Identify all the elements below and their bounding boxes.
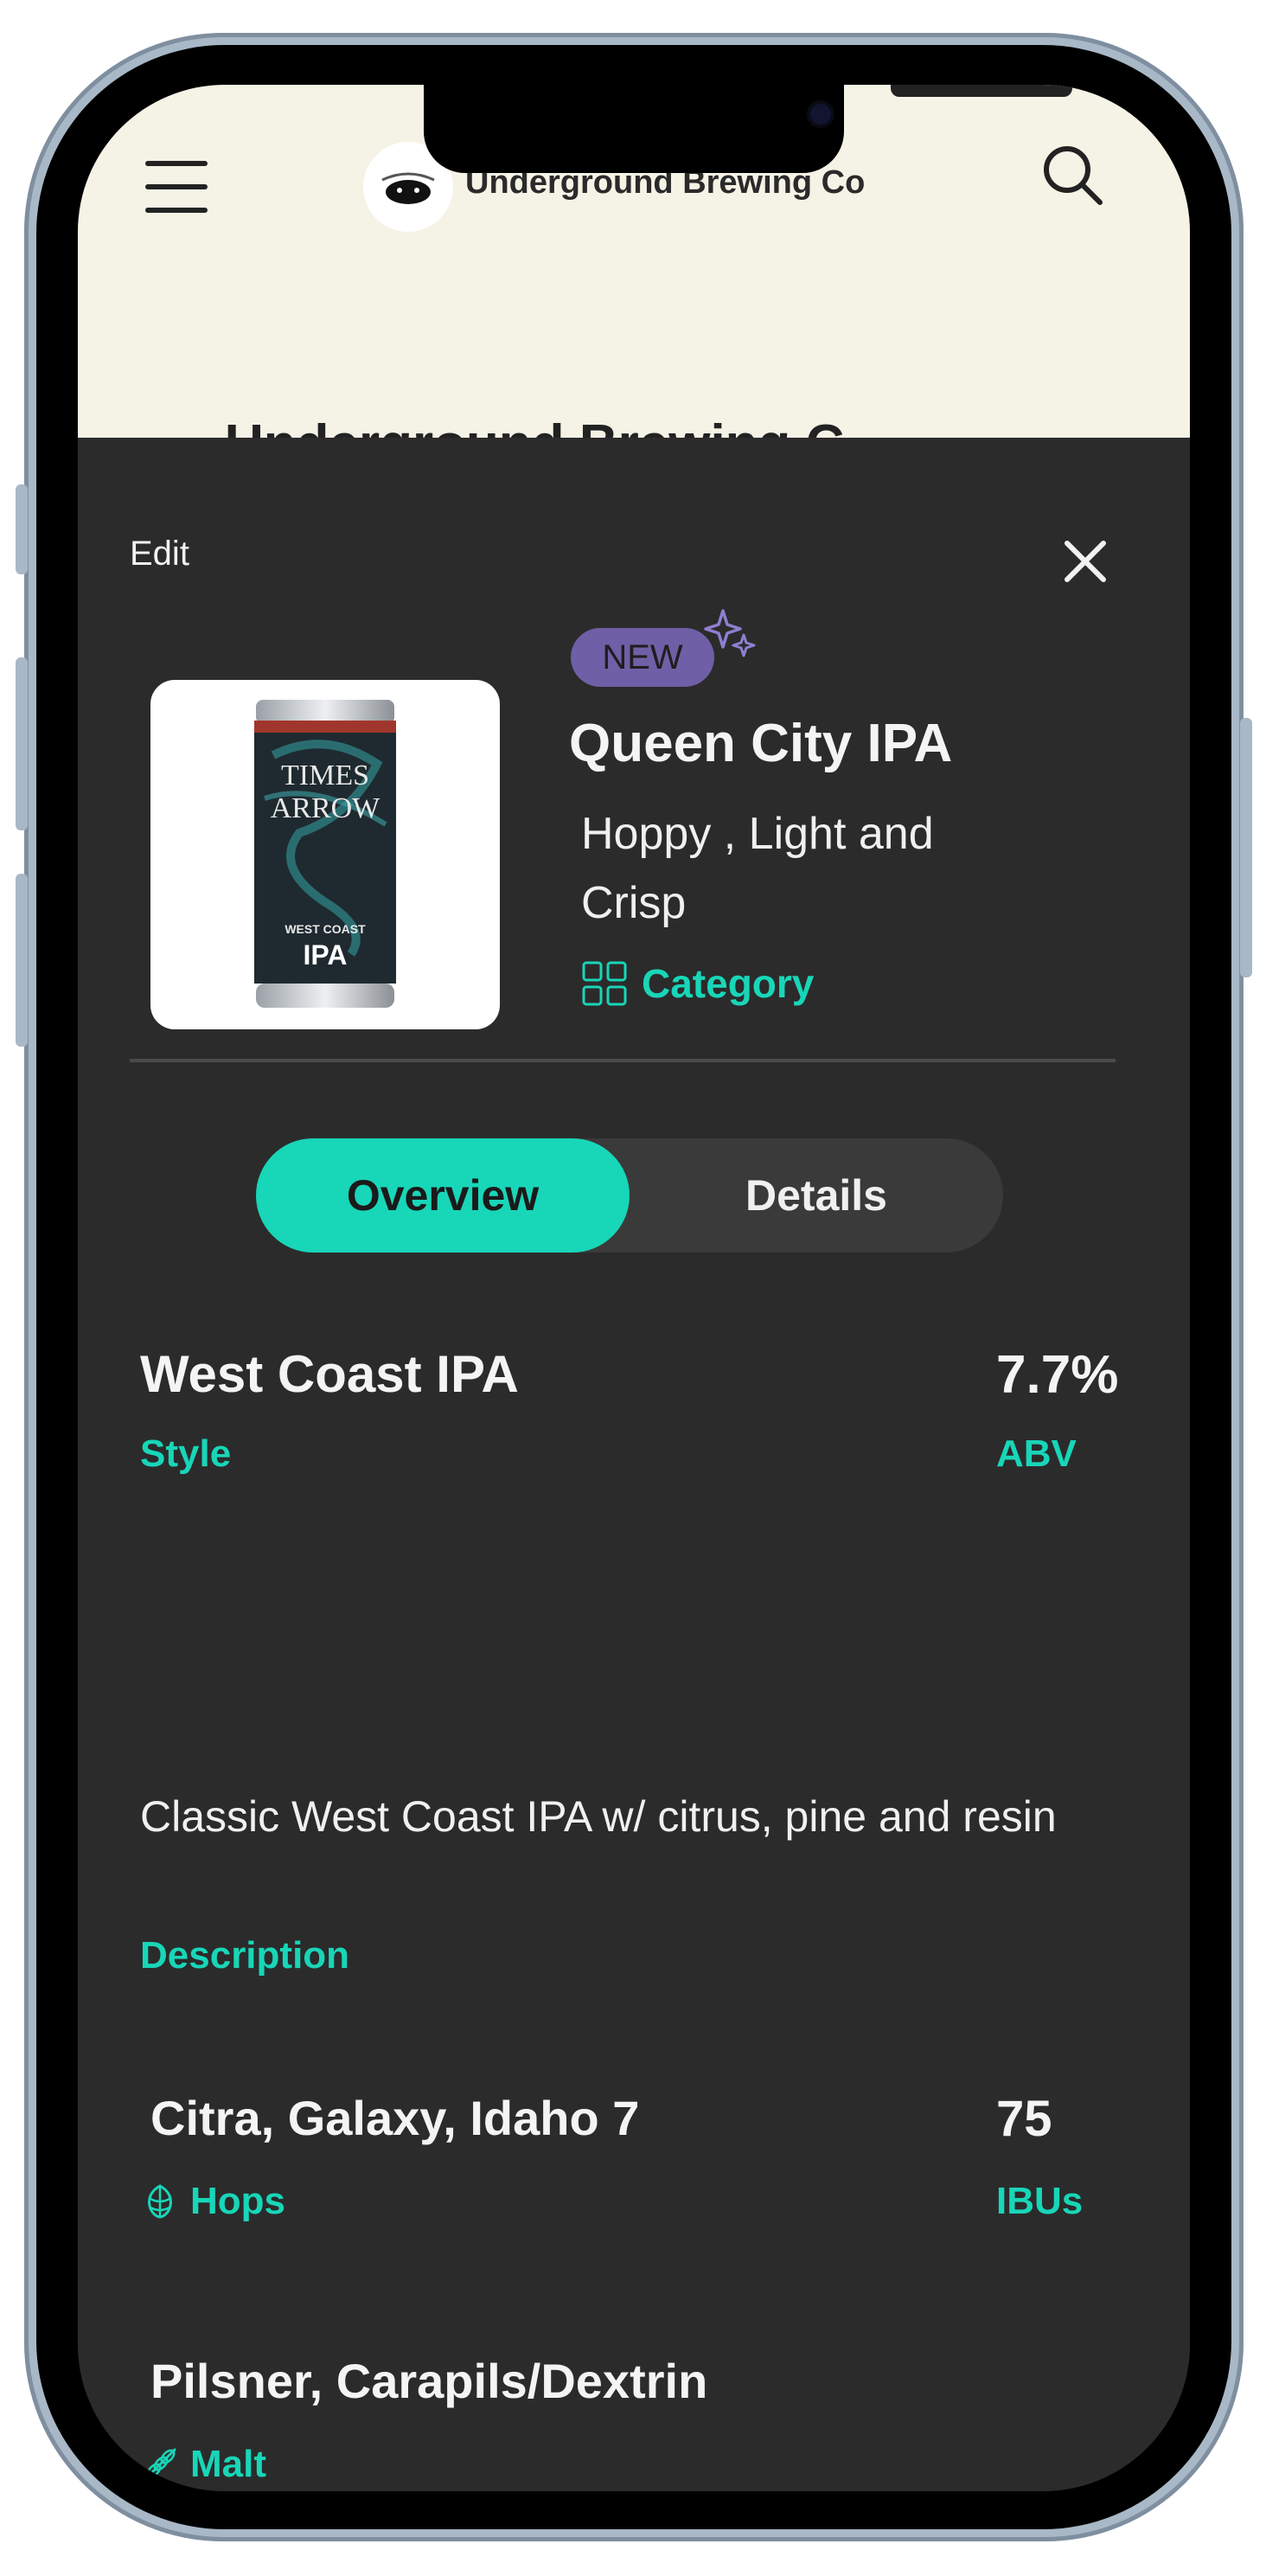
style-label: Style: [140, 1432, 232, 1475]
category-link[interactable]: Category: [581, 960, 814, 1007]
malt-link: Malt: [140, 2443, 266, 2486]
side-button-volume-down: [16, 874, 28, 1047]
app-screen: Underground Brewing Co Underground Brewi…: [78, 85, 1190, 2491]
sparkle-icon: [702, 606, 759, 663]
abv-value: 7.7%: [996, 1345, 1119, 1405]
style-value: West Coast IPA: [140, 1345, 519, 1403]
hops-value: Citra, Galaxy, Idaho 7: [150, 2091, 640, 2145]
tab-details[interactable]: Details: [630, 1138, 1003, 1253]
category-label: Category: [642, 961, 815, 1006]
grid-icon: [582, 961, 627, 1006]
ibus-value: 75: [996, 2091, 1052, 2147]
hop-icon: [148, 2184, 172, 2219]
divider: [130, 1059, 1116, 1062]
product-tagline: Hoppy , Light and Crisp: [581, 809, 934, 928]
front-camera: [810, 104, 831, 125]
malt-value: Pilsner, Carapils/Dextrin: [150, 2354, 708, 2408]
edit-button[interactable]: Edit: [130, 535, 189, 574]
side-button-power: [1240, 718, 1252, 977]
abv-label: ABV: [996, 1432, 1077, 1475]
tab-overview[interactable]: Overview: [256, 1138, 630, 1253]
product-name: Queen City IPA: [569, 714, 953, 773]
description-value: Classic West Coast IPA w/ citrus, pine a…: [140, 1792, 1057, 1841]
can-style: IPA: [304, 939, 348, 971]
malt-label: Malt: [190, 2443, 266, 2485]
product-detail-sheet: Edit TIMES ARROW WEST COAST IPA NEW Quee…: [78, 438, 1190, 2491]
can-title-line2: ARROW: [271, 792, 380, 824]
beer-can-image: TIMES ARROW WEST COAST IPA: [254, 700, 396, 1008]
wheat-icon: [144, 2448, 176, 2481]
search-icon[interactable]: [1038, 140, 1107, 209]
description-label: Description: [140, 1934, 350, 1977]
device-notch: [424, 85, 1072, 173]
notch-speaker: [891, 85, 1072, 97]
new-badge: NEW: [571, 628, 714, 687]
hamburger-icon[interactable]: [145, 161, 208, 213]
can-title-line1: TIMES: [281, 759, 369, 791]
side-button-mute: [16, 484, 28, 574]
tab-group: Overview Details: [256, 1138, 1003, 1253]
hops-label: Hops: [190, 2180, 285, 2222]
ibus-label: IBUs: [996, 2180, 1084, 2222]
hops-link: Hops: [140, 2180, 285, 2223]
close-icon[interactable]: [1055, 531, 1116, 592]
side-button-volume-up: [16, 657, 28, 830]
can-subtitle: WEST COAST: [285, 922, 366, 936]
product-image: TIMES ARROW WEST COAST IPA: [150, 680, 500, 1029]
brewery-logo-icon: [381, 172, 435, 204]
